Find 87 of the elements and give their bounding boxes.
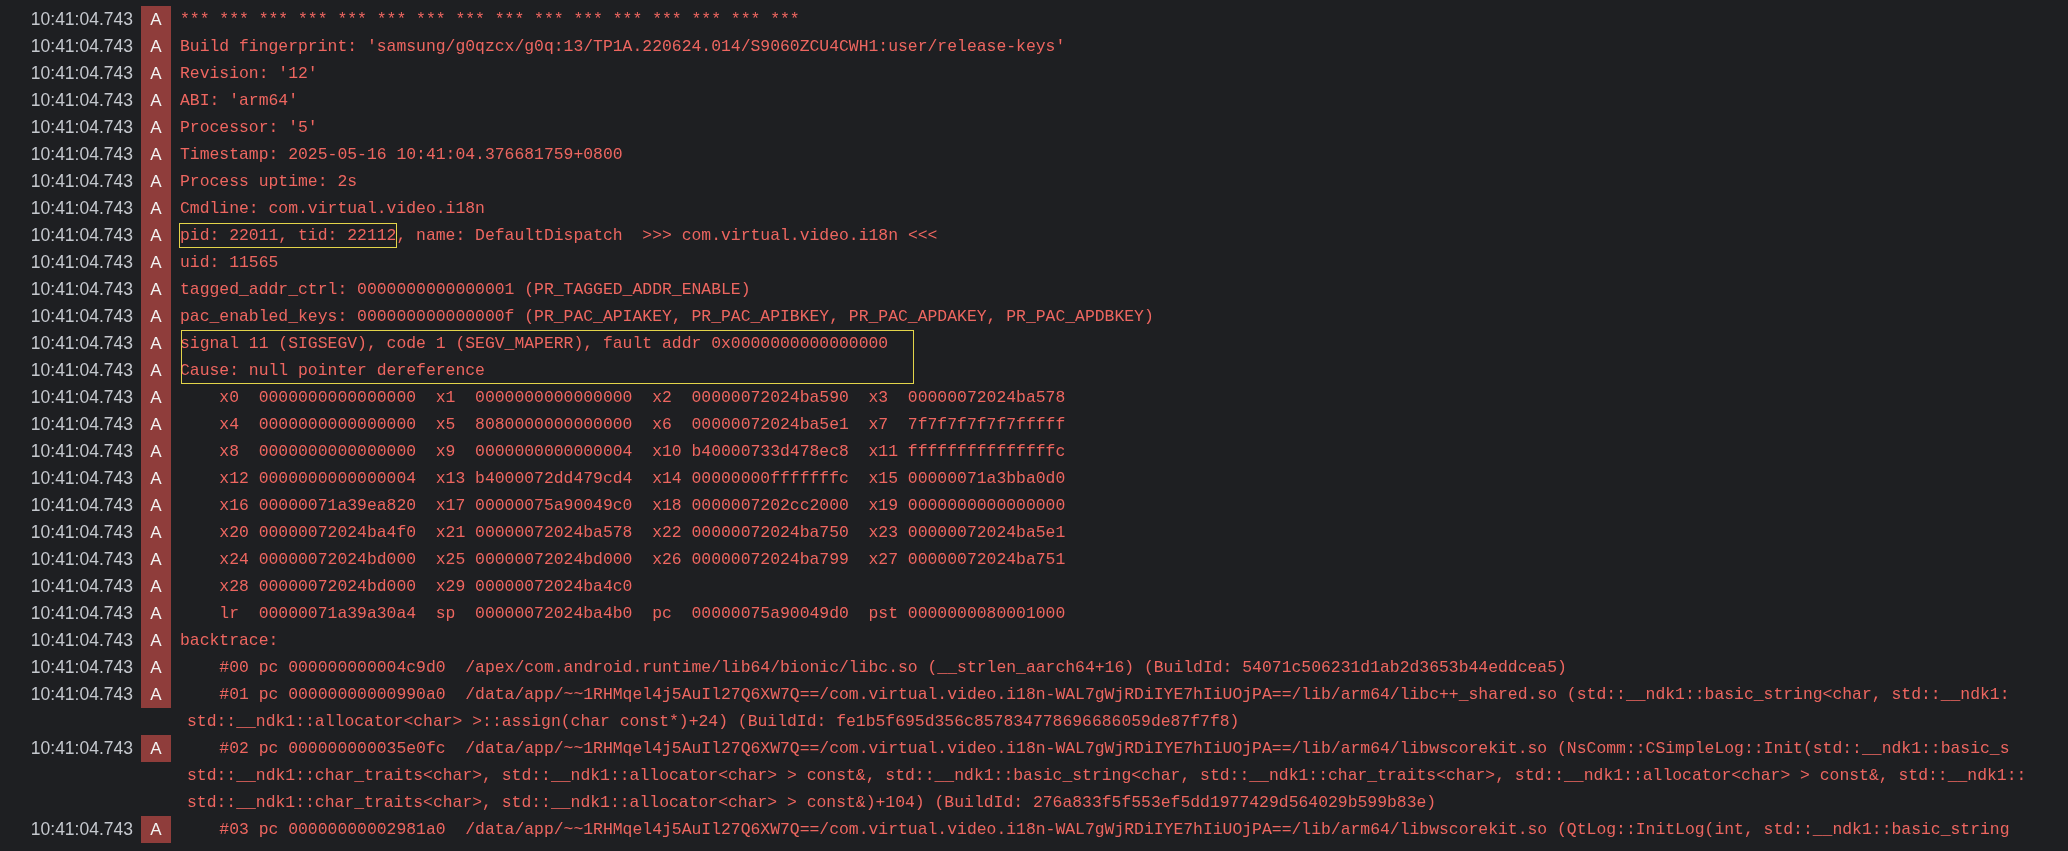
log-message: Build fingerprint: 'samsung/g0qzcx/g0q:13/TP1A.220624.014/S9060ZCU4CWH1:user/release-keys' (179, 36, 1067, 58)
log-time: 10:41:04.743 (29, 737, 134, 760)
log-message: Process uptime: 2s (179, 171, 359, 193)
log-time: 10:41:04.743 (29, 332, 134, 355)
level-badge: A (141, 330, 171, 357)
level-badge: A (141, 492, 171, 519)
level-badge: A (141, 60, 171, 87)
log-time: 10:41:04.743 (29, 62, 134, 85)
log-message: #03 pc 00000000002981a0 /data/app/~~1RHMqel4j5AuIl27Q6XW7Q==/com.virtual.video.i18n-WAL7gWjRDiIYE7hIiUOjPA==/lib/arm64/libwscorekit.so (QtLog::InitLog(int, std::__ndk1::basic_string (218, 819, 2011, 841)
log-message: Timestamp: 2025-05-16 10:41:04.376681759+0800 (179, 144, 624, 166)
log-time: 10:41:04.743 (29, 521, 134, 544)
log-time: 10:41:04.743 (29, 251, 134, 274)
log-time: 10:41:04.743 (29, 116, 134, 139)
level-badge: A (141, 222, 171, 249)
log-time: 10:41:04.743 (29, 197, 134, 220)
log-time: 10:41:04.743 (29, 413, 134, 436)
level-badge: A (141, 357, 171, 384)
log-message: std::__ndk1::allocator<char> >::assign(char const*)+24) (BuildId: fe1b5f695d356c857834778696686059de87f7f8) (186, 711, 1241, 733)
log-message: x20 00000072024ba4f0 x21 00000072024ba578 x22 00000072024ba750 x23 00000072024ba5e1 (218, 522, 1067, 544)
level-badge: A (141, 303, 171, 330)
log-time: 10:41:04.743 (29, 386, 134, 409)
log-message: uid: 11565 (179, 252, 280, 274)
level-badge: A (141, 384, 171, 411)
log-message: backtrace: (179, 630, 280, 652)
log-message: x28 00000072024bd000 x29 00000072024ba4c0 (218, 576, 634, 598)
log-message: tagged_addr_ctrl: 0000000000000001 (PR_TAGGED_ADDR_ENABLE) (179, 279, 752, 301)
log-time: 10:41:04.743 (29, 440, 134, 463)
log-time: 10:41:04.743 (29, 224, 134, 247)
level-badge: A (141, 411, 171, 438)
level-badge: A (141, 816, 171, 843)
log-message: Cmdline: com.virtual.video.i18n (179, 198, 486, 220)
log-message: x16 00000071a39ea820 x17 00000075a90049c0 x18 0000007202cc2000 x19 0000000000000000 (218, 495, 1067, 517)
log-message: std::__ndk1::char_traits<char>, std::__ndk1::allocator<char> > const&, std::__ndk1::basic_string<char, std::__ndk1::char_traits<char>, std::__ndk1::allocator<char> > const&, std::__ndk1:: (186, 765, 2028, 787)
log-time: 10:41:04.743 (29, 818, 134, 841)
level-badge: A (141, 6, 171, 33)
level-badge: A (141, 735, 171, 762)
log-time: 10:41:04.743 (29, 683, 134, 706)
log-message: x8 0000000000000000 x9 0000000000000004 x10 b40000733d478ec8 x11 fffffffffffffffc (218, 441, 1067, 463)
log-time: 10:41:04.743 (29, 143, 134, 166)
log-message: x12 0000000000000004 x13 b4000072dd479cd4 x14 00000000fffffffc x15 00000071a3bba0d0 (218, 468, 1067, 490)
log-time: 10:41:04.743 (29, 89, 134, 112)
log-message: signal 11 (SIGSEGV), code 1 (SEGV_MAPERR), fault addr 0x0000000000000000 (179, 333, 890, 355)
log-time: 10:41:04.743 (29, 278, 134, 301)
log-time: 10:41:04.743 (29, 8, 134, 31)
log-time: 10:41:04.743 (29, 467, 134, 490)
level-badge: A (141, 573, 171, 600)
log-message: lr 00000071a39a30a4 sp 00000072024ba4b0 pc 00000075a90049d0 pst 0000000080001000 (218, 603, 1067, 625)
level-badge: A (141, 681, 171, 708)
log-message: ABI: 'arm64' (179, 90, 300, 112)
log-message: #00 pc 000000000004c9d0 /apex/com.android.runtime/lib64/bionic/libc.so (__strlen_aarch64+16) (BuildId: 54071c506231d1ab2d3653b44eddcea5) (218, 657, 1568, 679)
level-badge: A (141, 141, 171, 168)
log-message: #01 pc 00000000000990a0 /data/app/~~1RHMqel4j5AuIl27Q6XW7Q==/com.virtual.video.i18n-WAL7gWjRDiIYE7hIiUOjPA==/lib/arm64/libc++_shared.so (std::__ndk1::basic_string<char, std::__ndk1: (218, 684, 2011, 706)
level-badge: A (141, 654, 171, 681)
log-message: x4 0000000000000000 x5 8080000000000000 x6 00000072024ba5e1 x7 7f7f7f7f7f7fffff (218, 414, 1067, 436)
level-badge: A (141, 438, 171, 465)
highlighted-text: pid: 22011, tid: 22112 (180, 224, 397, 247)
level-badge: A (141, 276, 171, 303)
log-message: std::__ndk1::char_traits<char>, std::__ndk1::allocator<char> > const&)+104) (BuildId: 276a833f5f553ef5dd1977429d564029b599b83e) (186, 792, 1438, 814)
log-time: 10:41:04.743 (29, 656, 134, 679)
log-time: 10:41:04.743 (29, 629, 134, 652)
level-badge: A (141, 600, 171, 627)
level-badge: A (141, 249, 171, 276)
log-message: pac_enabled_keys: 000000000000000f (PR_PAC_APIAKEY, PR_PAC_APIBKEY, PR_PAC_APDAKEY, PR_PAC_APDBKEY) (179, 306, 1155, 328)
log-time: 10:41:04.743 (29, 575, 134, 598)
log-time: 10:41:04.743 (29, 494, 134, 517)
log-message: Cause: null pointer dereference (179, 360, 486, 382)
level-badge: A (141, 33, 171, 60)
level-badge: A (141, 168, 171, 195)
level-badge: A (141, 114, 171, 141)
level-badge: A (141, 87, 171, 114)
log-time: 10:41:04.743 (29, 548, 134, 571)
level-badge: A (141, 465, 171, 492)
log-time: 10:41:04.743 (29, 170, 134, 193)
level-badge: A (141, 195, 171, 222)
log-time: 10:41:04.743 (29, 602, 134, 625)
level-badge: A (141, 627, 171, 654)
log-message: x24 00000072024bd000 x25 00000072024bd000 x26 00000072024ba799 x27 00000072024ba751 (218, 549, 1067, 571)
log-time: 10:41:04.743 (29, 359, 134, 382)
log-message: *** *** *** *** *** *** *** *** *** *** *** *** *** *** *** *** (179, 9, 801, 31)
log-message: #02 pc 000000000035e0fc /data/app/~~1RHMqel4j5AuIl27Q6XW7Q==/com.virtual.video.i18n-WAL7gWjRDiIYE7hIiUOjPA==/lib/arm64/libwscorekit.so (NsComm::CSimpleLog::Init(std::__ndk1::basic_s (218, 738, 2011, 760)
log-time: 10:41:04.743 (29, 305, 134, 328)
log-message: Revision: '12' (179, 63, 319, 85)
level-badge: A (141, 546, 171, 573)
log-message: Processor: '5' (179, 117, 319, 139)
log-message: x0 0000000000000000 x1 0000000000000000 x2 00000072024ba590 x3 00000072024ba578 (218, 387, 1067, 409)
log-time: 10:41:04.743 (29, 35, 134, 58)
level-badge: A (141, 519, 171, 546)
